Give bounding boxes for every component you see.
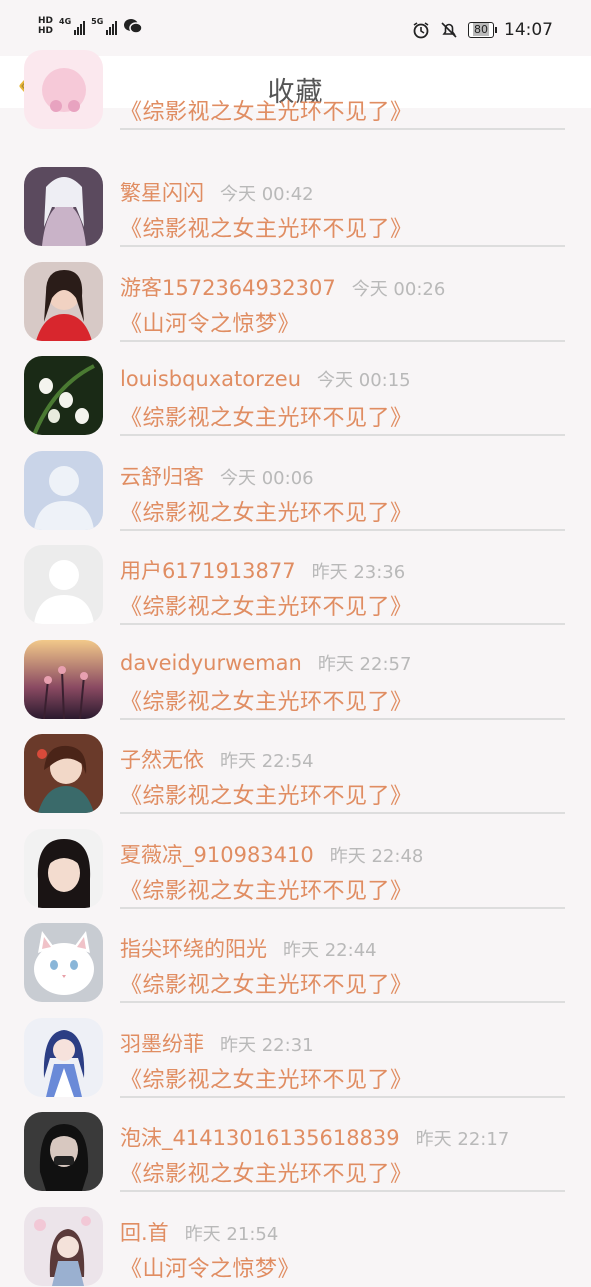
list-item[interactable]: 夏薇凉_910983410 昨天 22:48 《综影视之女主光环不见了》 [0, 815, 591, 910]
novel-title: 《综影视之女主光环不见了》 [120, 873, 413, 905]
user-name: 泡沫_41413016135618839 [120, 1126, 400, 1150]
timestamp: 今天 00:06 [220, 468, 314, 489]
avatar [24, 451, 103, 530]
user-name: louisbquxatorzeu [120, 367, 301, 391]
avatar [24, 1112, 103, 1191]
user-name: 云舒归客 [120, 465, 204, 489]
timestamp: 昨天 21:54 [185, 1224, 279, 1245]
avatar [24, 1018, 103, 1097]
avatar [24, 356, 103, 435]
avatar [24, 545, 103, 624]
user-name: 游客1572364932307 [120, 276, 336, 300]
divider [120, 128, 565, 130]
avatar [24, 640, 103, 719]
user-name: 夏薇凉_910983410 [120, 843, 314, 867]
hd-indicator: HD HD [38, 16, 53, 36]
novel-title: 《山河令之惊梦》 [120, 1251, 300, 1283]
novel-title: 《综影视之女主光环不见了》 [120, 778, 413, 810]
list-item[interactable]: 用户6171913877 昨天 23:36 《综影视之女主光环不见了》 [0, 531, 591, 626]
novel-title: 《综影视之女主光环不见了》 [120, 967, 413, 999]
avatar [24, 1207, 103, 1286]
list-item[interactable]: daveidyurweman 昨天 22:57 《综影视之女主光环不见了》 [0, 626, 591, 721]
list-item[interactable]: 繁星闪闪今天 00:42 《综影视之女主光环不见了》 [0, 153, 591, 248]
novel-title: 《综影视之女主光环不见了》 [120, 211, 413, 243]
user-name: daveidyurweman [120, 651, 302, 675]
avatar [24, 50, 103, 129]
signal-icon: 4G [59, 17, 85, 35]
user-name: 子然无依 [120, 748, 204, 772]
user-name: 用户6171913877 [120, 559, 296, 583]
wechat-icon [123, 18, 143, 34]
signal-icon: 5G [91, 17, 117, 35]
user-name: 繁星闪闪 [120, 181, 204, 205]
list-item[interactable]: 云舒归客今天 00:06 《综影视之女主光环不见了》 [0, 437, 591, 532]
list-item[interactable]: 《综影视之女主光环不见了》 [0, 36, 591, 131]
timestamp: 昨天 22:57 [318, 654, 412, 675]
novel-title: 《综影视之女主光环不见了》 [120, 589, 413, 621]
timestamp: 昨天 22:17 [416, 1129, 510, 1150]
avatar [24, 829, 103, 908]
novel-title: 《综影视之女主光环不见了》 [120, 684, 413, 716]
novel-title: 《综影视之女主光环不见了》 [120, 1062, 413, 1094]
timestamp: 今天 00:42 [220, 184, 314, 205]
list-item[interactable]: 泡沫_41413016135618839 昨天 22:17 《综影视之女主光环不见… [0, 1098, 591, 1193]
novel-title: 《综影视之女主光环不见了》 [120, 400, 413, 432]
list-item[interactable]: 回.首昨天 21:54 《山河令之惊梦》 [0, 1193, 591, 1287]
timestamp: 昨天 23:36 [312, 562, 406, 583]
timestamp: 昨天 22:54 [220, 751, 314, 772]
timestamp: 今天 00:26 [352, 279, 446, 300]
timestamp: 昨天 22:48 [330, 846, 424, 867]
novel-title: 《综影视之女主光环不见了》 [120, 495, 413, 527]
user-name: 回.首 [120, 1221, 169, 1245]
list-item[interactable]: 游客1572364932307 今天 00:26 《山河令之惊梦》 [0, 248, 591, 343]
list-item[interactable]: 子然无依昨天 22:54 《综影视之女主光环不见了》 [0, 720, 591, 815]
timestamp: 昨天 22:44 [283, 940, 377, 961]
avatar [24, 167, 103, 246]
avatar [24, 734, 103, 813]
list-item[interactable]: 指尖环绕的阳光昨天 22:44 《综影视之女主光环不见了》 [0, 909, 591, 1004]
avatar [24, 262, 103, 341]
user-name: 羽墨纷菲 [120, 1032, 204, 1056]
user-name: 指尖环绕的阳光 [120, 937, 267, 961]
timestamp: 昨天 22:31 [220, 1035, 314, 1056]
timestamp: 今天 00:15 [317, 370, 411, 391]
novel-title: 《综影视之女主光环不见了》 [120, 94, 413, 126]
novel-title: 《山河令之惊梦》 [120, 306, 300, 338]
list-item[interactable]: louisbquxatorzeu 今天 00:15 《综影视之女主光环不见了》 [0, 342, 591, 437]
avatar [24, 923, 103, 1002]
list-item[interactable]: 羽墨纷菲昨天 22:31 《综影视之女主光环不见了》 [0, 1004, 591, 1099]
novel-title: 《综影视之女主光环不见了》 [120, 1156, 413, 1188]
